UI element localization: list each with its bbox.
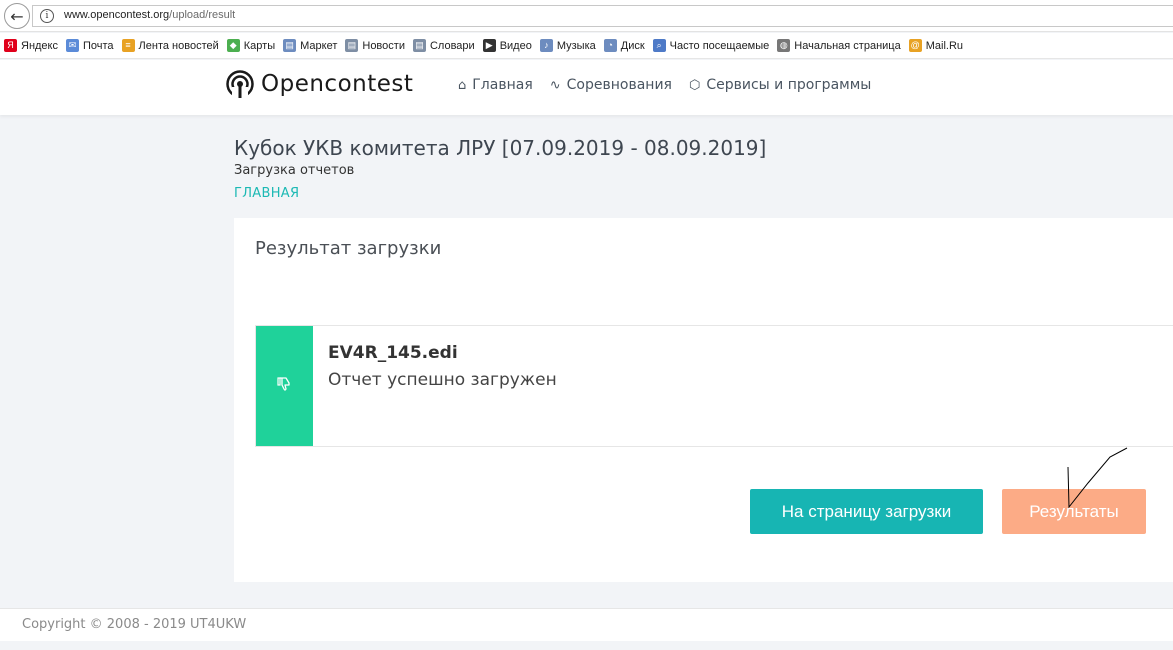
arrow-left-icon: ← [10,6,24,26]
bookmarks-bar: Я Яндекс ✉ Почта ≡ Лента новостей ◆ Карты ▤ Марке… [0,33,1173,59]
bookmark-item[interactable]: ⌕ Часто посещаемые [652,39,770,52]
results-button[interactable]: Результаты [1002,489,1146,534]
logo-text: Opencontest [261,71,414,97]
rss-icon: ≡ [121,39,135,52]
upload-result-item: EV4R_145.edi Отчет успешно загружен [255,325,1173,447]
bookmark-label: Часто посещаемые [669,39,770,52]
video-icon: ▶ [482,39,496,52]
nav-label: Главная [472,77,533,93]
breadcrumb-home[interactable]: ГЛАВНАЯ [234,186,299,201]
bookmark-label: Музыка [556,39,596,52]
bookmark-label: Словари [429,39,475,52]
url-domain: www.opencontest.org [64,9,170,21]
market-icon: ▤ [283,39,297,52]
box-icon: ⬡ [688,77,701,93]
footer: Copyright © 2008 - 2019 UT4UKW [0,608,1173,641]
back-button[interactable]: ← [4,3,30,29]
frequent-icon: ⌕ [652,39,666,52]
bookmark-item[interactable]: ◔ Диск [603,39,645,52]
result-message: Отчет успешно загружен [328,370,557,390]
bookmark-label: Маркет [300,39,338,52]
url-path: /upload/result [169,9,236,21]
news-icon: ▤ [345,39,359,52]
bookmark-label: Лента новостей [138,39,219,52]
bookmark-label: Почта [83,39,114,52]
nav-item-services[interactable]: ⬡ Сервисы и программы [689,77,871,93]
dictionary-icon: ▤ [412,39,426,52]
mailru-icon: @ [908,39,922,52]
home-icon: ⌂ [458,77,467,93]
bookmark-item[interactable]: Я Яндекс [4,39,58,52]
music-icon: ♪ [539,39,553,52]
mail-icon: ✉ [66,39,79,52]
address-field[interactable]: i www.opencontest.org/upload/result [32,5,1173,27]
bookmark-item[interactable]: ▤ Словари [412,39,475,52]
bookmark-label: Видео [499,39,532,52]
nav-label: Соревнования [566,77,672,93]
map-icon: ◆ [226,39,240,52]
nav-label: Сервисы и программы [706,77,872,93]
status-stripe [256,326,313,446]
bookmark-item[interactable]: @ Mail.Ru [908,39,964,52]
upload-page-button[interactable]: На страницу загрузки [750,489,983,534]
site-header: Opencontest ⌂ Главная ∿ Соревнования ⬡ Серв… [0,60,1173,115]
info-icon[interactable]: i [40,9,54,23]
main-nav: ⌂ Главная ∿ Соревнования ⬡ Сервисы и програ… [458,77,888,93]
bookmark-item[interactable]: ▶ Видео [482,39,532,52]
browser-url-bar: ← i www.opencontest.org/upload/result [0,0,1173,32]
thumbs-down-icon [276,376,293,396]
bookmark-item[interactable]: ≡ Лента новостей [121,39,219,52]
site-logo[interactable]: Opencontest [226,70,413,98]
page-subtitle: Загрузка отчетов [234,163,355,178]
bookmark-label: Диск [620,39,645,52]
globe-icon: ◍ [777,39,791,52]
broadcast-icon [226,70,254,98]
bookmark-label: Новости [362,39,405,52]
upload-result-card: Результат загрузки EV4R_145.edi Отчет ус… [234,218,1173,582]
bookmark-item[interactable]: ♪ Музыка [539,39,596,52]
bookmark-item[interactable]: ▤ Новости [345,39,405,52]
bookmark-item[interactable]: ◍ Начальная страница [777,39,901,52]
bookmark-label: Mail.Ru [925,39,964,52]
yandex-icon: Я [4,39,17,52]
bookmark-label: Начальная страница [794,39,901,52]
copyright-text: Copyright © 2008 - 2019 UT4UKW [22,617,247,632]
bookmark-label: Карты [243,39,276,52]
card-title: Результат загрузки [255,238,442,259]
nav-item-contests[interactable]: ∿ Соревнования [550,77,672,93]
bookmark-label: Яндекс [21,39,58,52]
result-filename: EV4R_145.edi [328,343,458,363]
disk-icon: ◔ [603,39,617,52]
page-title: Кубок УКВ комитета ЛРУ [07.09.2019 - 08.… [234,136,767,160]
activity-icon: ∿ [549,77,561,93]
bookmark-item[interactable]: ◆ Карты [226,39,276,52]
nav-item-home[interactable]: ⌂ Главная [458,77,533,93]
bookmark-item[interactable]: ▤ Маркет [283,39,337,52]
bookmark-item[interactable]: ✉ Почта [66,39,114,52]
url-text: www.opencontest.org/upload/result [64,9,235,21]
